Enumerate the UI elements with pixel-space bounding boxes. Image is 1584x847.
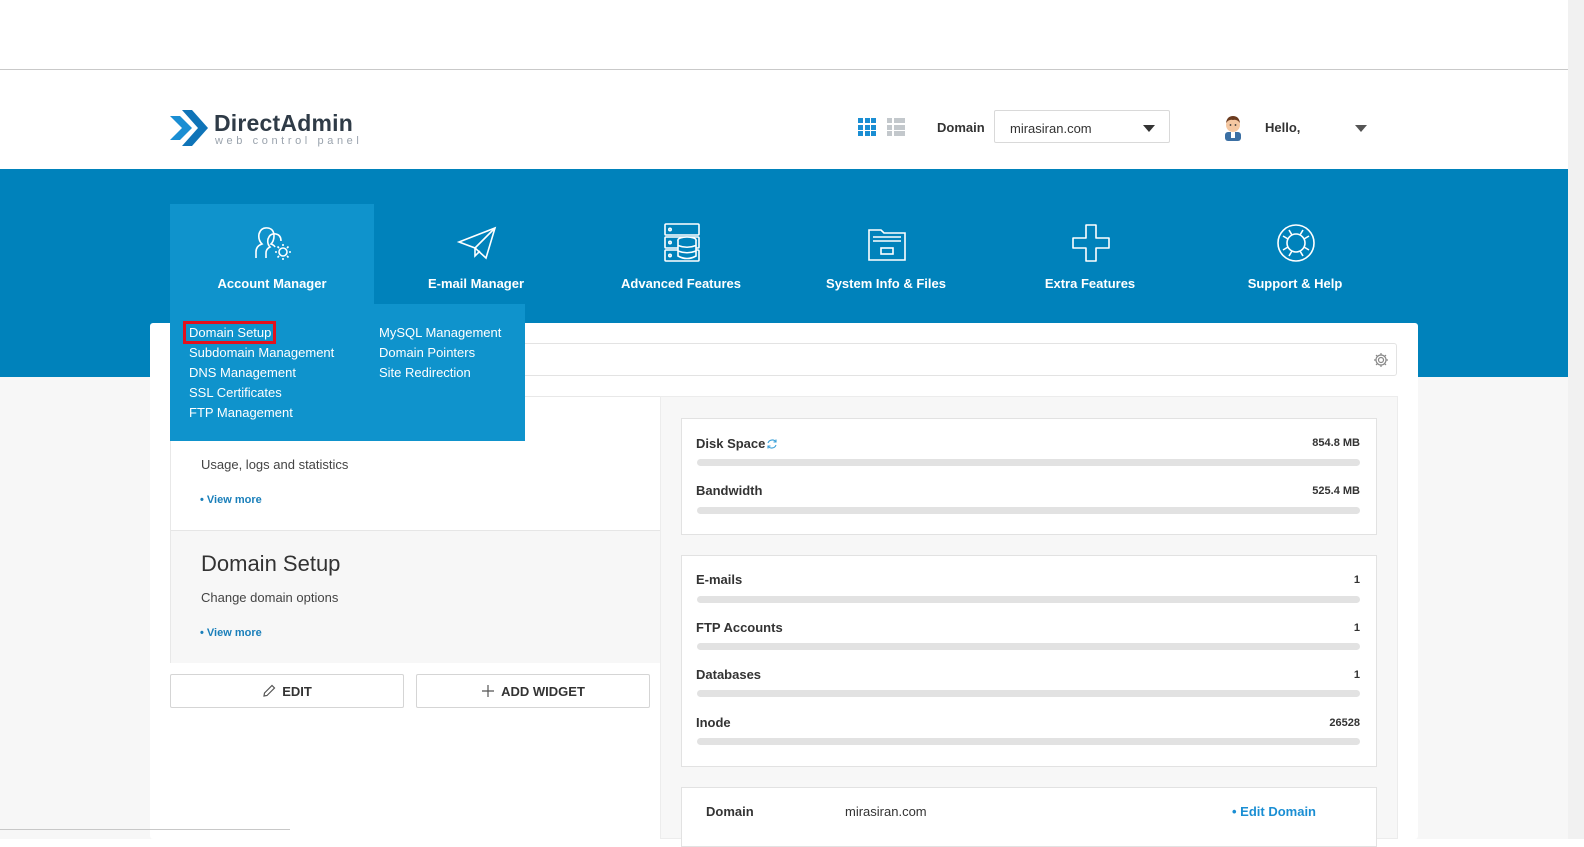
logo-title: DirectAdmin [214, 110, 353, 136]
nav-label-account-manager: Account Manager [217, 276, 327, 291]
domain-setup-view-more-link[interactable]: • View more [200, 627, 262, 639]
list-view-icon[interactable] [887, 118, 905, 136]
menu-item-ftp-management[interactable]: FTP Management [189, 405, 293, 420]
domain-select[interactable]: mirasiran.com [994, 110, 1170, 143]
page-scrollbar[interactable] [1568, 0, 1584, 839]
nav-email-manager[interactable]: E-mail Manager [374, 204, 578, 304]
nav-advanced-features[interactable]: Advanced Features [579, 204, 783, 304]
highlight-box [183, 321, 276, 344]
add-widget-button-label: ADD WIDGET [501, 683, 585, 699]
domain-info-label: Domain [706, 804, 754, 819]
divider [0, 829, 290, 830]
inode-label: Inode [696, 715, 731, 730]
nav-support-help[interactable]: Support & Help [1193, 204, 1397, 304]
domain-setup-widget-title: Domain Setup [201, 551, 341, 576]
menu-item-site-redirection[interactable]: Site Redirection [379, 365, 471, 380]
databases-label: Databases [696, 667, 762, 682]
ftp-accounts-label: FTP Accounts [696, 620, 783, 635]
chevron-down-icon [1143, 125, 1155, 132]
user-menu-chevron-icon[interactable] [1355, 125, 1367, 132]
domain-select-value: mirasiran.com [1010, 121, 1092, 136]
disk-space-value: 854.8 MB [1312, 437, 1360, 449]
emails-bar [697, 596, 1360, 603]
domain-setup-widget-description: Change domain options [201, 590, 339, 605]
databases-bar [697, 690, 1360, 697]
paper-plane-icon [456, 226, 497, 260]
add-widget-button[interactable]: ADD WIDGET [416, 674, 650, 708]
nav-label-email-manager: E-mail Manager [427, 276, 525, 291]
emails-label: E-mails [696, 572, 743, 587]
nav-label-extra-features: Extra Features [1044, 276, 1136, 291]
stats-widget-description: Usage, logs and statistics [201, 457, 349, 472]
edit-domain-link[interactable]: • Edit Domain [1232, 804, 1316, 819]
disk-space-label: Disk Space [696, 436, 766, 451]
logo-arrows-icon [170, 110, 208, 146]
nav-extra-features[interactable]: Extra Features [988, 204, 1192, 304]
usage-card [681, 418, 1377, 535]
nav-account-manager[interactable]: Account Manager [170, 204, 374, 304]
emails-value: 1 [1353, 574, 1360, 586]
server-database-icon [664, 223, 700, 262]
inode-bar [697, 738, 1360, 745]
inode-value: 26528 [1329, 717, 1360, 729]
menu-item-mysql-management[interactable]: MySQL Management [379, 325, 501, 340]
nav-label-system-info-files: System Info & Files [826, 276, 946, 291]
domain-label: Domain [937, 120, 985, 135]
lifebuoy-icon [1277, 224, 1315, 262]
header: DirectAdmin web control panel Domain mir… [0, 70, 1568, 169]
disk-space-bar [697, 459, 1360, 466]
logo-subtitle: web control panel [215, 135, 363, 147]
avatar[interactable] [1221, 114, 1245, 141]
menu-item-ssl-certificates[interactable]: SSL Certificates [189, 385, 282, 400]
edit-button[interactable]: EDIT [170, 674, 404, 708]
browser-top-strip [0, 0, 1568, 70]
edit-button-label: EDIT [282, 683, 312, 699]
bandwidth-bar [697, 507, 1360, 514]
stats-view-more-link[interactable]: • View more [200, 494, 262, 506]
menu-item-domain-pointers[interactable]: Domain Pointers [379, 345, 475, 360]
pencil-icon [263, 684, 276, 697]
users-gear-icon [255, 227, 291, 260]
grid-view-icon[interactable] [858, 118, 876, 136]
counts-card [681, 555, 1377, 767]
plus-icon [1072, 224, 1110, 262]
folder-icon [868, 229, 906, 261]
bandwidth-label: Bandwidth [696, 483, 763, 498]
plus-small-icon [482, 685, 495, 697]
greeting: Hello, [1265, 120, 1301, 135]
gear-icon[interactable] [1373, 352, 1389, 368]
nav-system-info-files[interactable]: System Info & Files [784, 204, 988, 304]
menu-item-dns-management[interactable]: DNS Management [189, 365, 296, 380]
bandwidth-value: 525.4 MB [1312, 485, 1360, 497]
databases-value: 1 [1353, 669, 1360, 681]
ftp-accounts-bar [697, 643, 1360, 650]
menu-item-subdomain-management[interactable]: Subdomain Management [189, 345, 334, 360]
refresh-icon[interactable] [766, 438, 778, 450]
nav-label-support-help: Support & Help [1247, 276, 1343, 291]
ftp-accounts-value: 1 [1353, 622, 1360, 634]
domain-info-value: mirasiran.com [845, 804, 927, 819]
nav-label-advanced-features: Advanced Features [621, 276, 741, 291]
